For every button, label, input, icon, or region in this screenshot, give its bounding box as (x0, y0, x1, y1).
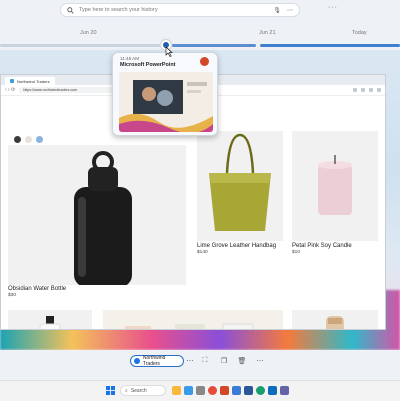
browser-toolbar (353, 88, 381, 92)
store-icon[interactable] (268, 386, 277, 395)
focus-icon[interactable]: ⛶ (199, 355, 211, 367)
mouse-cursor-icon (165, 47, 173, 57)
product-card-handbag[interactable] (197, 131, 283, 241)
snapshot-preview-card[interactable]: 11:45 AM Microsoft PowerPoint (112, 52, 218, 136)
product-name-candle[interactable]: Petal Pink Soy Candle (292, 243, 352, 249)
tab-title: Northwind Traders (17, 78, 50, 84)
preview-thumbnail (119, 72, 213, 132)
toolbar-icon[interactable] (353, 88, 357, 92)
product-card-bottle[interactable] (8, 145, 186, 287)
candle-image (318, 155, 352, 215)
tab-favicon-icon (10, 79, 14, 83)
product-price-bottle: $30 (8, 293, 17, 298)
timeline-label-today: Today (352, 30, 367, 36)
brush-image (326, 316, 344, 329)
timeline-track-segment (172, 44, 256, 47)
toolbar-icon[interactable] (361, 88, 365, 92)
preview-app-name: Microsoft PowerPoint (120, 62, 176, 68)
product-name-handbag[interactable]: Lime Grove Leather Handbag (197, 243, 276, 249)
snapshot-action-bar: Northwind Traders ⋯ ⛶ ❐ 🗑 ⋯ (0, 350, 400, 374)
file-explorer-icon[interactable] (172, 386, 181, 395)
more-icon[interactable]: ⋯ (287, 7, 293, 14)
delete-icon[interactable]: 🗑 (236, 355, 248, 367)
outlook-icon[interactable] (232, 386, 241, 395)
windows-start-icon[interactable] (106, 386, 115, 395)
powerpoint-taskbar-icon[interactable] (220, 386, 229, 395)
browser-tab[interactable]: Northwind Traders (5, 77, 55, 85)
timeline-track-recent (260, 44, 400, 47)
top-more-icon[interactable]: ··· (328, 4, 338, 11)
timeline[interactable]: Jun 20 Jun 21 Today (0, 26, 400, 50)
timeline-label-jun20: Jun 20 (80, 30, 97, 36)
product-name-bottle[interactable]: Obsidian Water Bottle (8, 286, 66, 292)
mic-icon[interactable]: 🎙 (273, 7, 281, 14)
edge-icon (134, 358, 140, 364)
more-options-icon[interactable]: ⋯ (254, 355, 266, 367)
preview-time: 11:45 AM (120, 56, 140, 61)
teams-icon[interactable] (280, 386, 289, 395)
product-card-brush[interactable] (292, 310, 378, 329)
product-card-soap-set[interactable] (103, 310, 283, 329)
app-chip-label: Northwind Traders (142, 355, 166, 367)
address-field[interactable]: https://www.northwindtraders.com (19, 87, 120, 93)
taskbar-app-icon[interactable] (196, 386, 205, 395)
toolbar-icon[interactable] (369, 88, 373, 92)
search-icon (67, 6, 74, 14)
search-placeholder: Type here to search your history (79, 7, 158, 13)
app-chip[interactable]: Northwind Traders (130, 355, 184, 367)
taskbar-search-label: Search (130, 387, 147, 394)
soap-set-image (125, 323, 254, 329)
swatch-black[interactable] (14, 136, 21, 143)
product-price-handbag: $140 (197, 250, 208, 255)
product-card-candle[interactable] (292, 131, 378, 241)
taskbar: ⌕ Search (0, 380, 400, 401)
history-search-bar[interactable]: Type here to search your history 🎙 ⋯ (60, 3, 300, 17)
powerpoint-icon (200, 57, 209, 66)
copy-icon[interactable]: ❐ (218, 355, 230, 367)
swatch-blue[interactable] (36, 136, 43, 143)
product-price-candle: $10 (292, 250, 301, 255)
taskbar-app-icon[interactable] (184, 386, 193, 395)
taskbar-search-icon: ⌕ (125, 387, 128, 394)
water-bottle-image (74, 151, 132, 287)
nav-buttons-icon[interactable]: ‹ › ⟳ (5, 87, 15, 93)
slide-thumbnail-image (119, 72, 213, 132)
edge-taskbar-icon[interactable] (256, 386, 265, 395)
handbag-image (209, 133, 271, 231)
chip-more-icon[interactable]: ⋯ (184, 355, 196, 367)
swatch-cream[interactable] (25, 136, 32, 143)
toolbar-icon[interactable] (377, 88, 381, 92)
product-card-lotion[interactable] (8, 310, 92, 329)
taskbar-search[interactable]: ⌕ Search (120, 385, 166, 396)
chrome-icon[interactable] (208, 386, 217, 395)
lotion-image (39, 316, 61, 329)
timeline-label-jun21: Jun 21 (259, 30, 276, 36)
word-icon[interactable] (244, 386, 253, 395)
timeline-track-past (0, 44, 160, 47)
